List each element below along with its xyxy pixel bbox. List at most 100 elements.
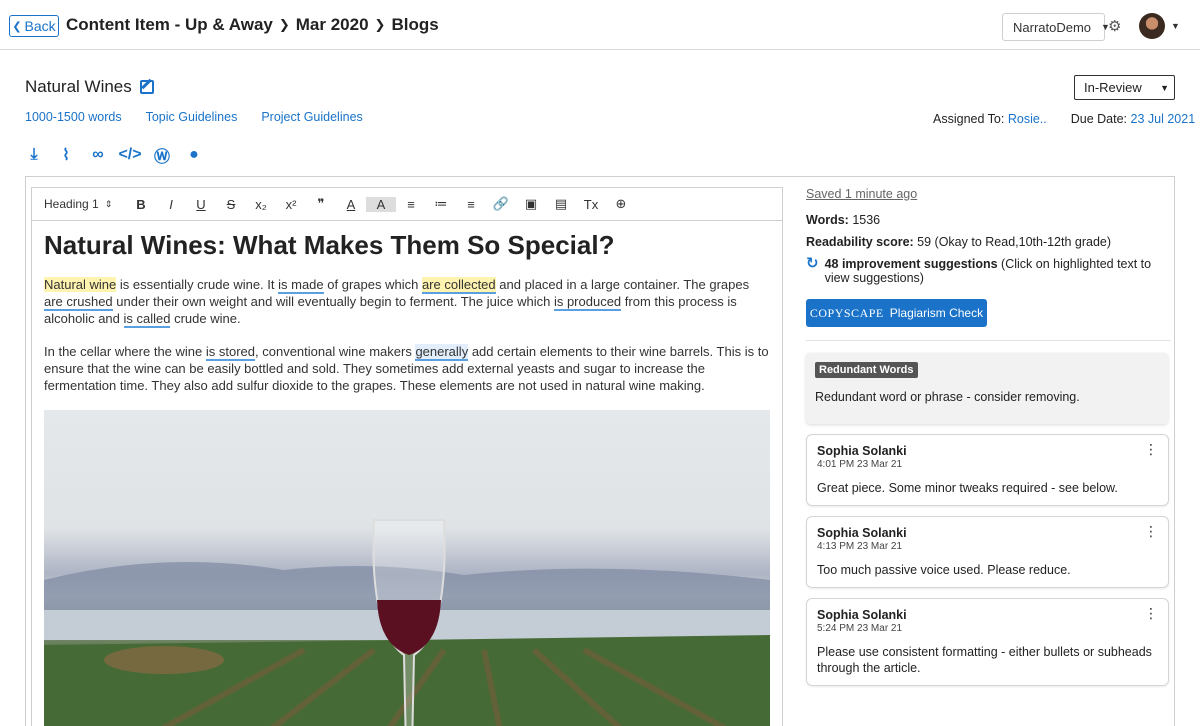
account-dropdown[interactable]: NarratoDemo ▼ xyxy=(1002,13,1110,41)
breadcrumb-item-blogs[interactable]: Blogs xyxy=(391,15,438,35)
download-icon[interactable]: ⤓ xyxy=(25,146,43,164)
saved-status[interactable]: Saved 1 minute ago xyxy=(806,187,1171,201)
code-icon[interactable]: </> xyxy=(118,146,141,164)
rich-text-editor[interactable]: Heading 1 ⇕ B I U S x₂ x² ❞ A A ≡ ≔ ≡ 🔗 … xyxy=(31,187,783,726)
suggestion-highlight[interactable]: is made xyxy=(278,277,324,294)
readability-score: Readability score: 59 (Okay to Read,10th… xyxy=(806,235,1171,249)
assignment-info: Assigned To: Rosie.. Due Date: 23 Jul 20… xyxy=(933,112,1195,126)
wordpress-icon[interactable]: Ⓦ xyxy=(153,146,171,166)
add-comment-icon[interactable]: ⊕ xyxy=(606,196,636,212)
plagiarism-check-button[interactable]: COPYSCAPE Plagiarism Check xyxy=(806,299,987,327)
suggestion-card[interactable]: Redundant Words Redundant word or phrase… xyxy=(806,353,1168,424)
text-color-icon[interactable]: A xyxy=(336,197,366,212)
suggestion-highlight[interactable]: is stored xyxy=(205,344,256,361)
word-count-value: 1536 xyxy=(852,213,881,227)
article-image-wine-glass[interactable] xyxy=(44,410,770,726)
guideline-links: 1000-1500 words Topic Guidelines Project… xyxy=(25,110,363,124)
chevron-left-icon: ❮ xyxy=(12,20,22,33)
italic-icon[interactable]: I xyxy=(156,197,186,212)
sidebar: Saved 1 minute ago Words: 1536 Readabili… xyxy=(806,187,1171,686)
highlight-icon[interactable]: A xyxy=(366,196,396,212)
comment-timestamp: 4:13 PM 23 Mar 21 xyxy=(817,541,903,552)
comment-text: Great piece. Some minor tweaks required … xyxy=(817,481,1118,495)
suggestions-count: 48 improvement suggestions xyxy=(824,257,998,271)
project-guidelines-link[interactable]: Project Guidelines xyxy=(261,110,362,124)
editor-toolbar: Heading 1 ⇕ B I U S x₂ x² ❞ A A ≡ ≔ ≡ 🔗 … xyxy=(32,188,782,221)
assigned-user-link[interactable]: Rosie.. xyxy=(1008,112,1047,126)
more-options-icon[interactable]: ⋮ xyxy=(1144,606,1158,620)
breadcrumb: Content Item - Up & Away ❯ Mar 2020 ❯ Bl… xyxy=(66,15,439,35)
strikethrough-icon[interactable]: S xyxy=(216,197,246,212)
article-heading: Natural Wines: What Makes Them So Specia… xyxy=(44,230,615,260)
back-button[interactable]: ❮ Back xyxy=(9,15,59,37)
comment-card[interactable]: Sophia Solanki 5:24 PM 23 Mar 21 Please us… xyxy=(806,598,1169,686)
caret-down-icon[interactable]: ▼ xyxy=(1171,21,1180,31)
page-title: Natural Wines xyxy=(25,77,154,97)
suggestion-highlight[interactable]: are collected xyxy=(421,277,496,294)
comment-text: Please use consistent formatting - eithe… xyxy=(817,645,1152,675)
bullet-list-icon[interactable]: ≔ xyxy=(426,196,456,212)
superscript-icon[interactable]: x² xyxy=(276,197,306,212)
editor-content[interactable]: Natural Wines: What Makes Them So Specia… xyxy=(44,228,770,410)
plagiarism-check-label: Plagiarism Check xyxy=(889,306,984,320)
attachment-icon[interactable]: ⌇ xyxy=(57,146,75,164)
comment-card[interactable]: Sophia Solanki 4:01 PM 23 Mar 21 Great pie… xyxy=(806,434,1169,506)
heading-select[interactable]: Heading 1 ⇕ xyxy=(44,197,114,211)
ordered-list-icon[interactable]: ≡ xyxy=(396,197,426,212)
underline-icon[interactable]: U xyxy=(186,197,216,212)
text-run: , conventional wine makers xyxy=(255,344,416,359)
more-options-icon[interactable]: ⋮ xyxy=(1144,524,1158,538)
video-icon[interactable]: ▤ xyxy=(546,196,576,212)
more-options-icon[interactable]: ⋮ xyxy=(1144,442,1158,456)
avatar[interactable] xyxy=(1139,13,1165,39)
topic-guidelines-link[interactable]: Topic Guidelines xyxy=(146,110,238,124)
word-count-link[interactable]: 1000-1500 words xyxy=(25,110,122,124)
comment-icon[interactable]: ● xyxy=(185,146,203,164)
status-value: In-Review xyxy=(1084,80,1142,95)
due-date: Due Date: 23 Jul 2021 xyxy=(1071,112,1195,126)
chevron-right-icon: ❯ xyxy=(374,17,386,32)
updown-icon: ⇕ xyxy=(104,198,113,209)
suggestion-highlight[interactable]: is produced xyxy=(553,294,622,311)
comment-card[interactable]: Sophia Solanki 4:13 PM 23 Mar 21 Too much … xyxy=(806,516,1169,588)
refresh-icon[interactable]: ↻ xyxy=(806,256,819,285)
subscript-icon[interactable]: x₂ xyxy=(246,197,276,212)
page-title-text: Natural Wines xyxy=(25,77,132,96)
editor-panel: Heading 1 ⇕ B I U S x₂ x² ❞ A A ≡ ≔ ≡ 🔗 … xyxy=(25,176,1175,726)
back-label: Back xyxy=(24,18,56,34)
improvement-suggestions: ↻ 48 improvement suggestions (Click on h… xyxy=(806,256,1171,285)
blockquote-icon[interactable]: ❞ xyxy=(306,196,336,212)
assigned-to: Assigned To: Rosie.. xyxy=(933,112,1047,126)
readability-label: Readability score: xyxy=(806,235,914,249)
comment-author: Sophia Solanki xyxy=(817,444,907,458)
article-paragraph: In the cellar where the wine is stored, … xyxy=(44,343,770,394)
suggestion-badge: Redundant Words xyxy=(815,362,918,378)
chevron-down-icon: ▼ xyxy=(1160,82,1169,93)
breadcrumb-item-content-item[interactable]: Content Item - Up & Away xyxy=(66,15,273,35)
due-label: Due Date: xyxy=(1070,112,1128,126)
wine-glass-photo xyxy=(44,519,770,726)
suggestion-highlight[interactable]: is called xyxy=(123,311,171,328)
comment-author: Sophia Solanki xyxy=(817,608,907,622)
due-date-value[interactable]: 23 Jul 2021 xyxy=(1131,112,1196,126)
comment-author: Sophia Solanki xyxy=(817,526,907,540)
text-run: crude wine. xyxy=(170,311,241,326)
copyscape-logo: COPYSCAPE xyxy=(809,305,884,320)
image-icon[interactable]: ▣ xyxy=(516,196,546,212)
bold-icon[interactable]: B xyxy=(126,197,156,212)
gear-icon[interactable]: ⚙ xyxy=(1108,17,1121,35)
comment-timestamp: 4:01 PM 23 Mar 21 xyxy=(817,459,903,470)
suggestion-highlight[interactable]: Natural wine xyxy=(44,277,117,292)
breadcrumb-item-month[interactable]: Mar 2020 xyxy=(296,15,369,35)
comment-text: Too much passive voice used. Please redu… xyxy=(817,563,1071,577)
account-name: NarratoDemo xyxy=(1013,19,1092,35)
clear-format-icon[interactable]: Tx xyxy=(576,197,606,212)
text-run: under their own weight and will eventual… xyxy=(112,294,554,309)
edit-icon[interactable] xyxy=(139,80,154,94)
insert-link-icon[interactable]: 🔗 xyxy=(486,196,516,212)
suggestion-highlight[interactable]: generally xyxy=(415,344,469,361)
suggestion-highlight[interactable]: are crushed xyxy=(44,294,113,311)
link-icon[interactable]: ∞ xyxy=(89,146,107,164)
align-icon[interactable]: ≡ xyxy=(456,197,486,212)
status-select[interactable]: In-Review ▼ xyxy=(1074,75,1175,100)
